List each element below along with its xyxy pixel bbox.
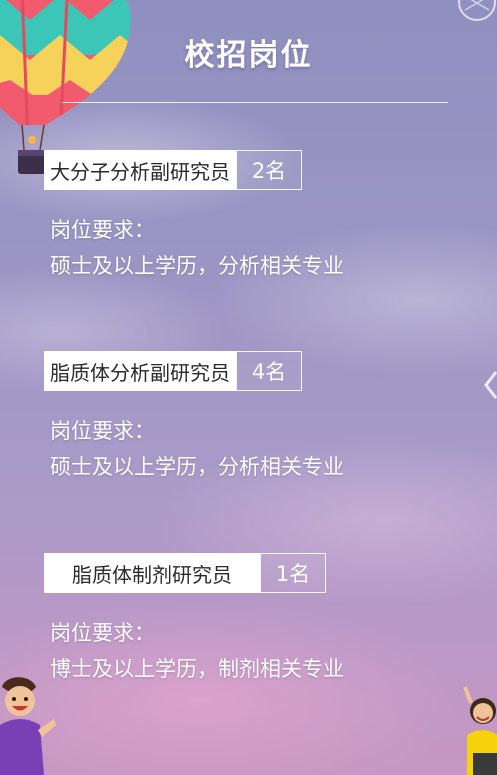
requirement-label: 岗位要求：: [50, 419, 155, 443]
job-card: 脂质体分析副研究员 4名 岗位要求： 硕士及以上学历，分析相关专业: [44, 351, 464, 485]
job-title: 脂质体分析副研究员: [44, 351, 236, 391]
requirement-text: 硕士及以上学历，分析相关专业: [50, 254, 344, 278]
headcount-badge: 4名: [236, 351, 302, 391]
job-tag: 脂质体分析副研究员 4名: [44, 351, 464, 391]
ornament-icon: [458, 0, 496, 21]
job-card: 脂质体制剂研究员 1名 岗位要求： 博士及以上学历，制剂相关专业: [44, 553, 464, 687]
job-tag: 脂质体制剂研究员 1名: [44, 553, 464, 593]
job-tag: 大分子分析副研究员 2名: [44, 150, 464, 190]
job-title: 大分子分析副研究员: [44, 150, 236, 190]
page-title: 校招岗位: [184, 38, 313, 73]
cartoon-boy-icon: [0, 677, 56, 775]
requirement-text: 硕士及以上学历，分析相关专业: [50, 455, 344, 479]
requirement-text: 博士及以上学历，制剂相关专业: [50, 657, 344, 681]
title-divider: [62, 102, 448, 103]
headcount-badge: 2名: [236, 150, 302, 190]
headcount-badge: 1名: [260, 553, 326, 593]
job-card: 大分子分析副研究员 2名 岗位要求： 硕士及以上学历，分析相关专业: [44, 150, 464, 284]
requirement-label: 岗位要求：: [50, 218, 155, 242]
cartoon-girl-icon: [463, 686, 497, 775]
chevron-left-icon[interactable]: [483, 370, 497, 400]
requirement-label: 岗位要求：: [50, 621, 155, 645]
job-title: 脂质体制剂研究员: [44, 553, 260, 593]
